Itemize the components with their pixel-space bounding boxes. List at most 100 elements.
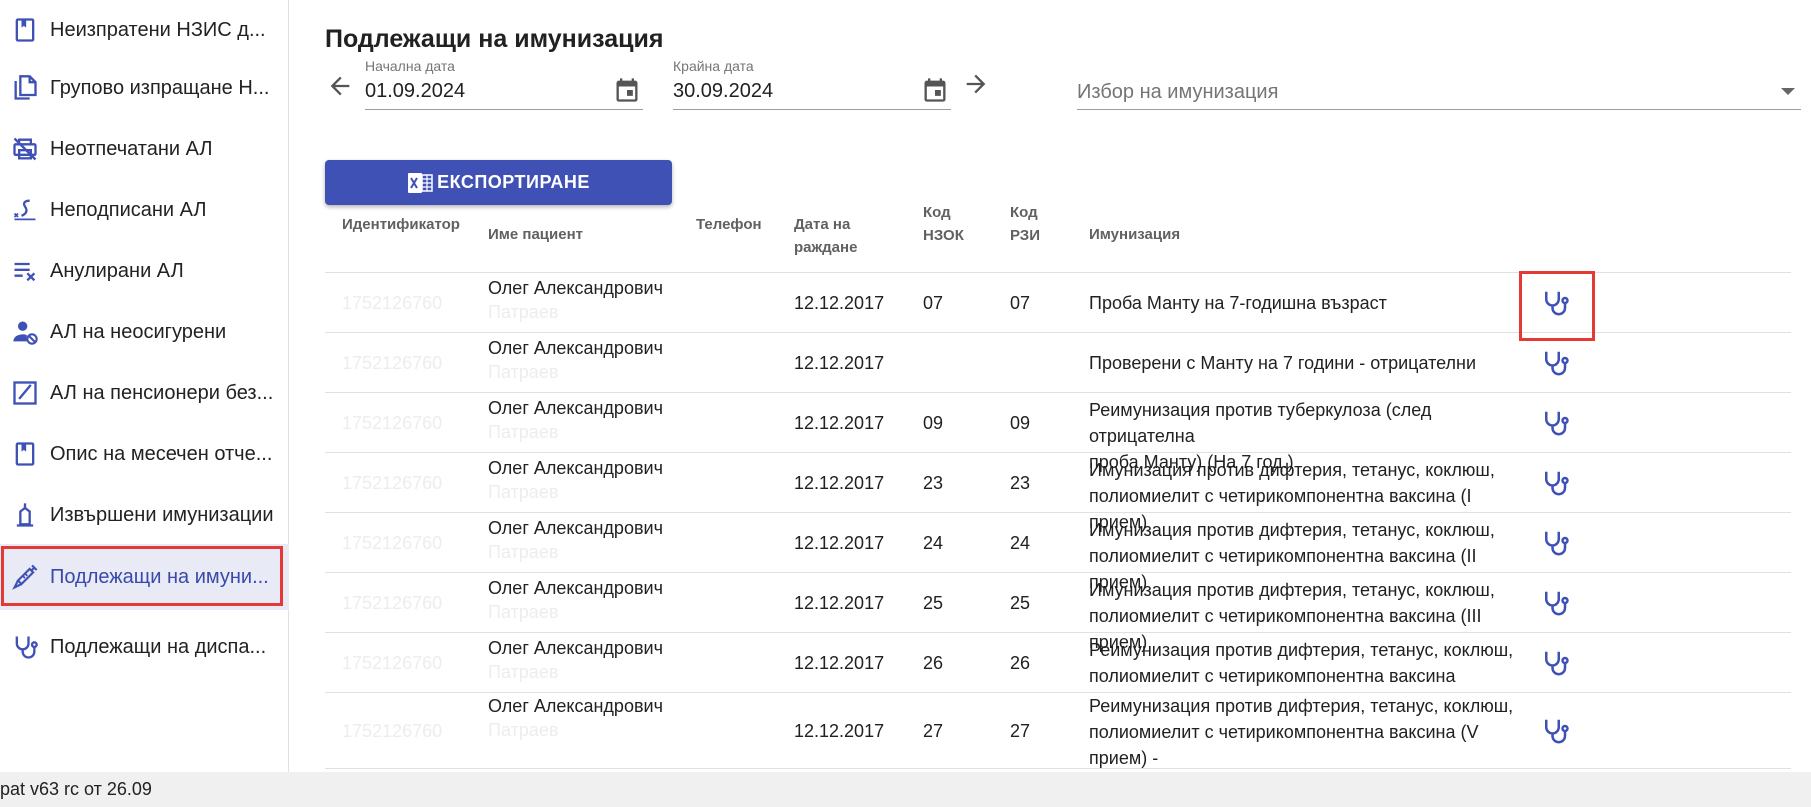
start-date-value[interactable]: 01.09.2024: [365, 80, 465, 103]
calendar-icon[interactable]: [921, 76, 949, 104]
sidebar-item-label: Групово изпращане Н...: [50, 76, 270, 99]
file-copy-icon: [0, 74, 50, 102]
next-period-arrow-icon[interactable]: [962, 70, 990, 98]
table-row[interactable]: 1752126760 Олег Александрович Патраев 12.12…: [325, 393, 1791, 472]
col-header-dob-line2: раждане: [794, 239, 858, 256]
sidebar-item-cancelled[interactable]: Анулирани АЛ: [0, 238, 289, 304]
col-header-phone[interactable]: Телефон: [696, 213, 762, 236]
col-header-nzok-line2: НЗОК: [923, 227, 964, 244]
export-button[interactable]: ЕКСПОРТИРАНЕ: [325, 160, 672, 205]
cell-dob: 12.12.2017: [794, 653, 885, 673]
cell-immunization-line2: полиомиелит с четирикомпонентна ваксина …: [1089, 722, 1479, 768]
cell-id: 1752126760: [342, 473, 443, 493]
sidebar-item-unsent-nzis[interactable]: Неизпратени НЗИС д...: [0, 0, 289, 63]
table-row[interactable]: 1752126760 Олег Александрович Патраев 12.12…: [325, 271, 1791, 341]
table-row[interactable]: 1752126760 Олег Александрович Патраев 12.12…: [325, 453, 1791, 532]
col-header-name[interactable]: Име пациент: [488, 223, 583, 246]
table-row[interactable]: 1752126760 Олег Александрович Патраев 12.12…: [325, 333, 1791, 393]
col-header-dob-line1: Дата на: [794, 216, 851, 233]
end-date-value[interactable]: 30.09.2024: [673, 80, 773, 103]
sidebar-item-unsigned[interactable]: Неподписани АЛ: [0, 177, 289, 243]
cell-immunization-line1: Реимунизация против туберкулоза (след от…: [1089, 400, 1432, 446]
stethoscope-icon[interactable]: [1535, 343, 1575, 383]
table-row[interactable]: 1752126760 Олег Александрович Патраев 12.12…: [325, 693, 1791, 794]
pencil-box-icon: [0, 379, 50, 407]
sidebar-item-label: АЛ на неосигурени: [50, 320, 227, 343]
calendar-icon[interactable]: [613, 76, 641, 104]
sidebar-item-pensioners[interactable]: АЛ на пенсионери без...: [0, 360, 289, 426]
col-header-dob[interactable]: Дата на раждане: [794, 213, 857, 259]
cell-immunization-line2: полиомиелит с четирикомпонентна ваксина: [1089, 666, 1456, 686]
vial-icon: [0, 501, 50, 529]
cell-rzi: 24: [1010, 533, 1031, 553]
cell-immunization-line1: Реимунизация против дифтерия, тетанус, к…: [1089, 640, 1514, 660]
cell-rzi: 25: [1010, 593, 1031, 613]
stethoscope-icon[interactable]: [1535, 643, 1575, 683]
start-date-field[interactable]: Начална дата 01.09.2024: [365, 58, 643, 110]
table-row[interactable]: 1752126760 Олег Александрович Патраев 12.12…: [325, 573, 1791, 652]
cell-rzi: 26: [1010, 653, 1031, 673]
end-date-label: Крайна дата: [673, 58, 754, 74]
cell-surname: Патраев: [488, 302, 559, 322]
cell-id: 1752126760: [342, 293, 443, 313]
prev-period-arrow-icon[interactable]: [326, 72, 354, 100]
cell-dob: 12.12.2017: [794, 353, 885, 373]
cell-id: 1752126760: [342, 353, 443, 373]
table-body: 1752126760 Олег Александрович Патраев 12.12…: [325, 271, 1791, 794]
stethoscope-icon[interactable]: [1519, 271, 1595, 341]
immunization-select[interactable]: Избор на имунизация: [1077, 58, 1801, 110]
patients-table: Идентификатор Име пациент Телефон Дата н…: [325, 203, 1791, 794]
end-date-field[interactable]: Крайна дата 30.09.2024: [673, 58, 951, 110]
sidebar-item-label: Неотпечатани АЛ: [50, 137, 213, 160]
col-header-immunization[interactable]: Имунизация: [1089, 223, 1180, 246]
cell-name: Олег Александрович: [488, 696, 663, 716]
sidebar-item-label: Неизпратени НЗИС д...: [50, 18, 266, 41]
immunization-select-placeholder: Избор на имунизация: [1077, 81, 1279, 103]
cell-immunization-line1: Реимунизация против дифтерия, тетанус, к…: [1089, 696, 1514, 716]
cell-rzi: 09: [1010, 413, 1031, 433]
col-header-nzok[interactable]: Код НЗОК: [923, 201, 964, 247]
chevron-down-icon[interactable]: [1781, 88, 1795, 95]
cell-dob: 12.12.2017: [794, 533, 885, 553]
cell-name: Олег Александрович: [488, 278, 663, 298]
sidebar-item-done-immunizations[interactable]: Извършени имунизации: [0, 482, 289, 548]
cell-dob: 12.12.2017: [794, 293, 885, 313]
stethoscope-icon[interactable]: [1535, 463, 1575, 503]
cell-name: Олег Александрович: [488, 578, 663, 598]
main-content: Подлежащи на имунизация Начална дата 01.…: [303, 0, 1811, 794]
cell-immunization-line1: Проба Манту на 7-годишна възраст: [1089, 293, 1387, 313]
cell-name: Олег Александрович: [488, 518, 663, 538]
cell-immunization-line1: Имунизация против дифтерия, тетанус, кок…: [1089, 520, 1495, 540]
cell-immunization-line1: Проверени с Манту на 7 години - отрицате…: [1089, 353, 1477, 373]
cell-nzok: 24: [923, 533, 944, 553]
table-header: Идентификатор Име пациент Телефон Дата н…: [325, 203, 1791, 273]
stethoscope-icon[interactable]: [1535, 583, 1575, 623]
stethoscope-icon[interactable]: [1535, 523, 1575, 563]
cell-nzok: 27: [923, 721, 944, 741]
cell-nzok: 07: [923, 293, 944, 313]
cell-id: 1752126760: [342, 721, 443, 741]
table-row[interactable]: 1752126760 Олег Александрович Патраев 12.12…: [325, 633, 1791, 693]
sidebar-item-monthly-report[interactable]: Опис на месечен отче...: [0, 421, 289, 487]
stethoscope-icon[interactable]: [1535, 403, 1575, 443]
col-header-id[interactable]: Идентификатор: [342, 213, 460, 236]
bookmark-doc-icon: [0, 440, 50, 468]
cell-surname: Патраев: [488, 662, 559, 682]
cell-dob: 12.12.2017: [794, 721, 885, 741]
cell-name: Олег Александрович: [488, 338, 663, 358]
sidebar-item-group-send[interactable]: Групово изпращане Н...: [0, 55, 289, 121]
sidebar-item-due-immunizations[interactable]: Подлежащи на имуни...: [0, 544, 289, 610]
sidebar-item-label: Анулирани АЛ: [50, 259, 184, 282]
sidebar-item-unprinted[interactable]: Неотпечатани АЛ: [0, 116, 289, 182]
sidebar-item-uninsured[interactable]: АЛ на неосигурени: [0, 299, 289, 365]
sidebar: Неизпратени НЗИС д... Групово изпращане …: [0, 0, 289, 772]
table-row[interactable]: 1752126760 Олег Александрович Патраев 12.12…: [325, 513, 1791, 592]
cell-id: 1752126760: [342, 413, 443, 433]
col-header-rzi[interactable]: Код РЗИ: [1010, 201, 1040, 247]
sidebar-item-due-dispensary[interactable]: Подлежащи на диспа...: [0, 614, 289, 680]
start-date-label: Начална дата: [365, 58, 455, 74]
col-header-nzok-line1: Код: [923, 204, 951, 221]
page-title: Подлежащи на имунизация: [325, 25, 664, 53]
stethoscope-icon[interactable]: [1535, 711, 1575, 751]
clear-list-icon: [0, 257, 50, 285]
